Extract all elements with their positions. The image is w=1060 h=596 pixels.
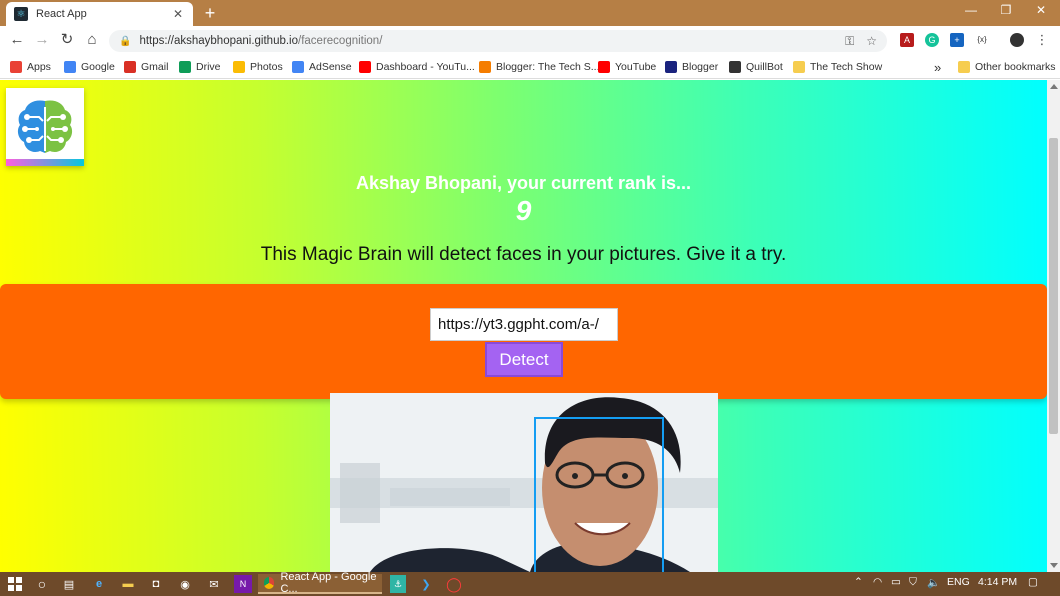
folder-icon — [958, 61, 970, 73]
security-icon[interactable]: ⛉ — [909, 576, 917, 589]
store-icon[interactable]: ◘ — [147, 575, 165, 593]
drive-icon — [179, 61, 191, 73]
page-tagline: This Magic Brain will detect faces in yo… — [260, 244, 787, 265]
apps-grid-icon — [10, 61, 22, 73]
windows-logo-icon — [8, 577, 22, 591]
brain-icon — [17, 100, 73, 153]
image-url-form: Detect — [0, 284, 1047, 399]
app-icon[interactable]: ⚓ — [390, 575, 406, 593]
bookmark-adsense[interactable]: AdSense — [292, 59, 352, 75]
profile-avatar-icon[interactable] — [1010, 33, 1024, 47]
cortana-search-icon[interactable]: ○ — [33, 575, 51, 593]
bookmark-blogger-tech-show[interactable]: Blogger: The Tech S... — [479, 59, 600, 75]
photos-icon — [233, 61, 245, 73]
rank-heading: Akshay Bhopani, your current rank is... — [355, 173, 692, 193]
title-bar: ⚛ React App ✕ + — ❐ ✕ — [0, 0, 1060, 26]
brain-logo[interactable] — [6, 88, 84, 166]
bookmark-quillbot[interactable]: QuillBot — [729, 59, 783, 75]
edge-icon[interactable]: e — [90, 575, 108, 593]
tab-title: React App — [36, 8, 87, 20]
face-image — [330, 393, 718, 572]
back-arrow-icon[interactable]: ← — [8, 31, 26, 49]
tab-close-icon[interactable]: ✕ — [171, 7, 185, 21]
chrome-icon — [264, 577, 275, 589]
extension-icon[interactable]: + — [950, 33, 964, 47]
pdf-extension-icon[interactable]: A — [900, 33, 914, 47]
bookmark-dashboard-youtube[interactable]: Dashboard - YouTu... — [359, 59, 475, 75]
page-scrollbar[interactable] — [1047, 80, 1060, 572]
windows-taskbar: ○ ▤ e ▬ ◘ ◉ ✉ N React App - Google C... … — [0, 571, 1060, 596]
browser-toolbar: ← → ↻ ⌂ 🔒 https://akshaybhopani.github.i… — [0, 26, 1060, 55]
taskbar-chrome-window[interactable]: React App - Google C... — [258, 571, 382, 595]
bookmark-drive[interactable]: Drive — [179, 59, 221, 75]
url-text[interactable]: https://akshaybhopani.github.io/facereco… — [139, 35, 833, 47]
address-bar[interactable]: 🔒 https://akshaybhopani.github.io/facere… — [109, 30, 887, 52]
lock-icon: 🔒 — [119, 35, 132, 47]
tray-expand-icon[interactable]: ⌃ — [854, 576, 863, 588]
onenote-icon[interactable]: N — [234, 575, 252, 593]
minimize-button[interactable]: — — [956, 3, 986, 17]
key-icon[interactable]: ⚿ — [845, 34, 854, 49]
battery-icon[interactable]: ▭ — [891, 576, 901, 588]
mail-icon[interactable]: ✉ — [205, 575, 223, 593]
adsense-icon — [292, 61, 304, 73]
folder-icon — [793, 61, 805, 73]
other-bookmarks[interactable]: Other bookmarks — [958, 59, 1056, 75]
logo-gradient-strip — [6, 159, 84, 166]
rank-value: 9 — [515, 195, 532, 226]
blogger-icon — [479, 61, 491, 73]
react-favicon-icon: ⚛ — [14, 7, 28, 21]
quillbot-icon — [729, 61, 741, 73]
clock[interactable]: 4:14 PM — [978, 576, 1017, 588]
forward-arrow-icon[interactable]: → — [33, 31, 51, 49]
notifications-icon[interactable]: ▢ — [1028, 576, 1038, 588]
vscode-icon[interactable]: ❯ — [418, 575, 434, 593]
reload-icon[interactable]: ↻ — [58, 31, 76, 49]
page-viewport: Akshay Bhopani, your current rank is... … — [0, 80, 1047, 572]
google-icon — [64, 61, 76, 73]
image-url-input[interactable] — [430, 308, 618, 341]
wifi-icon[interactable]: ◠ — [873, 576, 882, 588]
maximize-button[interactable]: ❐ — [991, 3, 1021, 17]
bookmark-blogger[interactable]: Blogger — [665, 59, 718, 75]
code-extension-icon[interactable]: {x} — [975, 33, 989, 47]
url-path: /facerecognition/ — [298, 35, 383, 47]
windows-start-icon[interactable] — [6, 575, 24, 593]
grammarly-extension-icon[interactable]: G — [925, 33, 939, 47]
bookmark-youtube[interactable]: YouTube — [598, 59, 656, 75]
bookmarks-overflow-icon[interactable]: » — [934, 59, 941, 75]
bookmark-gmail[interactable]: Gmail — [124, 59, 168, 75]
face-bounding-box — [534, 417, 664, 572]
volume-icon[interactable]: 🔈 — [927, 576, 940, 589]
blogger-dark-icon — [665, 61, 677, 73]
menu-dots-icon[interactable]: ⋮ — [1035, 33, 1049, 47]
youtube-icon — [359, 61, 371, 73]
bookmark-photos[interactable]: Photos — [233, 59, 283, 75]
scroll-down-arrow-icon[interactable] — [1050, 563, 1058, 568]
bookmark-google[interactable]: Google — [64, 59, 115, 75]
steam-icon[interactable]: ◉ — [176, 575, 194, 593]
bookmark-apps[interactable]: Apps — [10, 59, 51, 75]
url-domain: https://akshaybhopani.github.io — [139, 35, 299, 47]
browser-tab[interactable]: ⚛ React App ✕ — [6, 2, 193, 26]
task-view-icon[interactable]: ▤ — [60, 575, 78, 593]
bookmark-tech-show-folder[interactable]: The Tech Show — [793, 59, 882, 75]
file-explorer-icon[interactable]: ▬ — [119, 575, 137, 593]
home-icon[interactable]: ⌂ — [83, 31, 101, 49]
gmail-icon — [124, 61, 136, 73]
language-indicator[interactable]: ENG — [947, 576, 970, 588]
star-icon[interactable]: ☆ — [866, 34, 877, 48]
scrollbar-thumb[interactable] — [1049, 138, 1058, 434]
new-tab-button[interactable]: + — [200, 4, 220, 24]
youtube-icon — [598, 61, 610, 73]
close-window-button[interactable]: ✕ — [1026, 3, 1056, 17]
bookmarks-bar: Apps Google Gmail Drive Photos AdSense D… — [0, 55, 1060, 79]
detect-button[interactable]: Detect — [485, 342, 563, 377]
opera-icon[interactable]: ◯ — [446, 575, 462, 593]
scroll-up-arrow-icon[interactable] — [1050, 84, 1058, 89]
